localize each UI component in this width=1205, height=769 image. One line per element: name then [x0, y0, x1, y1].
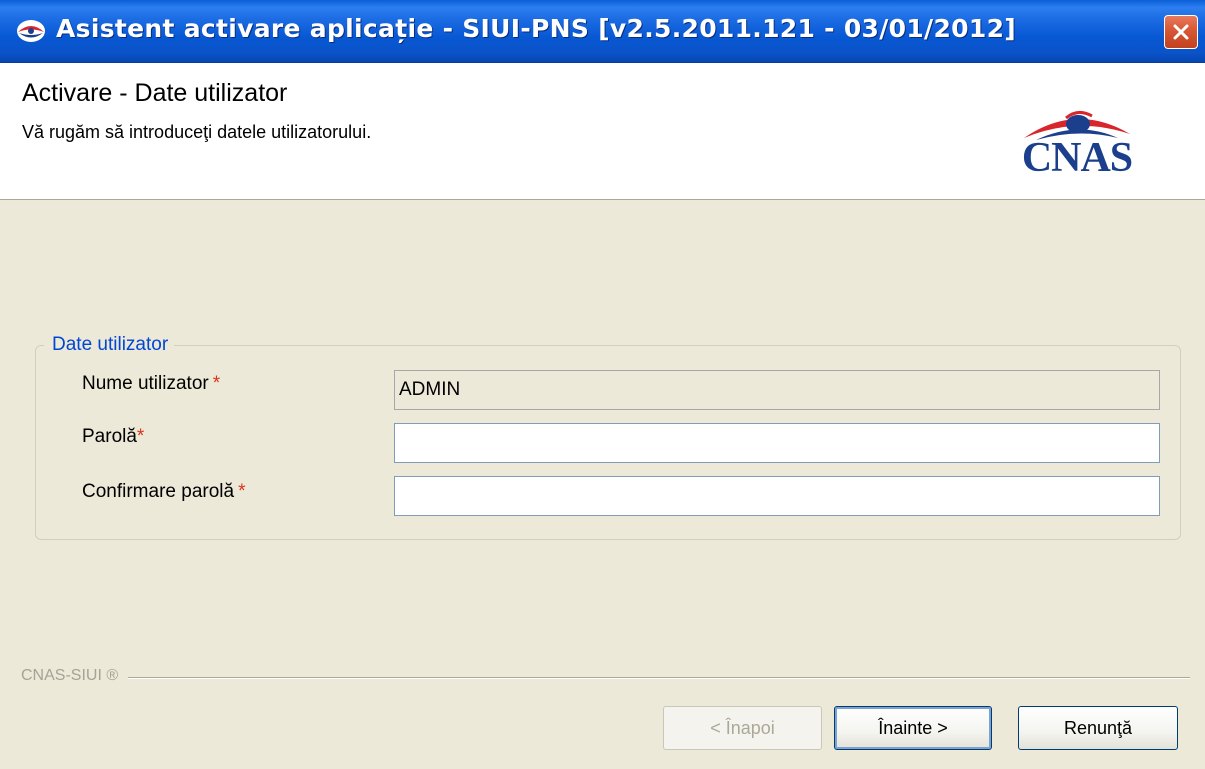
next-button[interactable]: Înainte > [834, 706, 992, 750]
wizard-window: Asistent activare aplicație - SIUI-PNS [… [0, 0, 1205, 769]
footer-divider [21, 677, 1190, 679]
close-button[interactable] [1164, 15, 1198, 49]
confirm-password-label-text: Confirmare parolă [82, 481, 235, 502]
required-marker: * [238, 481, 246, 502]
confirm-password-input[interactable] [394, 476, 1160, 516]
page-title: Activare - Date utilizator [22, 79, 288, 107]
footer-brand: CNAS-SIUI ® [21, 667, 129, 685]
cancel-button[interactable]: Renunţă [1018, 706, 1178, 750]
cnas-logo-text: CNAS [1021, 135, 1133, 181]
password-label: Parolă* [82, 426, 144, 448]
page-subtitle: Vă rugăm să introduceţi datele utilizato… [22, 122, 372, 142]
confirm-password-label: Confirmare parolă * [82, 481, 245, 503]
username-input[interactable] [394, 370, 1160, 410]
required-marker: * [136, 426, 145, 447]
username-label-text: Nume utilizator [82, 373, 209, 394]
password-label-text: Parolă [82, 426, 137, 447]
cnas-eye-icon [16, 18, 46, 44]
window-title: Asistent activare aplicație - SIUI-PNS [… [56, 14, 1016, 43]
cnas-logo: CNAS [996, 94, 1158, 180]
user-data-group-legend: Date utilizator [44, 334, 175, 356]
required-marker: * [212, 373, 221, 394]
back-button[interactable]: < Înapoi [663, 706, 822, 750]
username-label: Nume utilizator * [82, 373, 220, 395]
title-bar[interactable]: Asistent activare aplicație - SIUI-PNS [… [0, 0, 1205, 63]
password-input[interactable] [394, 423, 1160, 463]
